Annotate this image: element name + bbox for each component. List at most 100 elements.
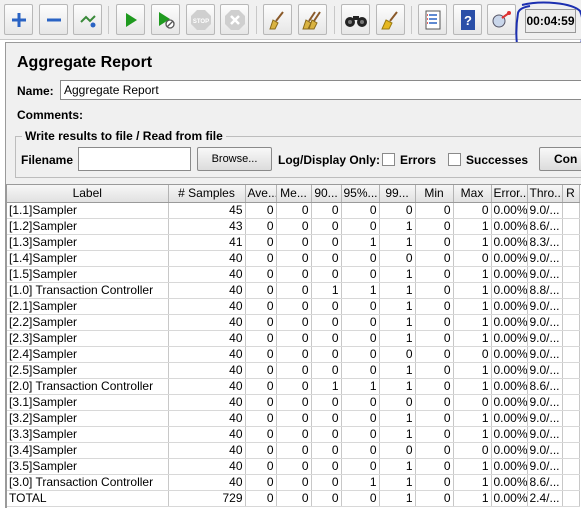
cell-median: 0 [276,218,312,235]
cell-received [562,378,580,395]
cell-throughput: 8.6/... [527,474,563,491]
table-row[interactable]: [3.5]Sampler 40 0 0 0 0 1 0 1 0.00% 9.0/... [7,458,580,475]
cell-label: TOTAL [7,490,169,507]
cell-p99: 1 [379,282,416,299]
cell-throughput: 9.0/... [527,202,563,219]
cell-label: [2.3]Sampler [7,330,169,347]
column-header-throughput[interactable]: Thro... [527,185,563,203]
cell-p95: 1 [341,474,380,491]
table-row[interactable]: [1.2]Sampler 43 0 0 0 0 1 0 1 0.00% 8.6/... [7,218,580,235]
column-header-p90[interactable]: 90... [311,185,342,203]
filename-field[interactable] [78,147,191,171]
cell-p95: 0 [341,442,380,459]
cell-average: 0 [245,394,277,411]
cell-p95: 0 [341,250,380,267]
configure-button[interactable]: Con [539,147,581,171]
cell-p99: 1 [379,490,416,507]
cell-p90: 0 [311,314,342,331]
cell-samples: 40 [168,474,246,491]
clear-button[interactable] [263,4,292,35]
cell-p99: 1 [379,362,416,379]
function-helper-button[interactable] [418,4,447,35]
column-header-min[interactable]: Min [415,185,454,203]
cell-median: 0 [276,490,312,507]
cell-samples: 45 [168,202,246,219]
column-header-p99[interactable]: 99... [379,185,416,203]
table-row[interactable]: [2.4]Sampler 40 0 0 0 0 0 0 0 0.00% 9.0/... [7,346,580,363]
start-button[interactable] [116,4,145,35]
cell-p95: 1 [341,282,380,299]
cell-error: 0.00% [491,330,528,347]
table-row[interactable]: [1.1]Sampler 45 0 0 0 0 0 0 0 0.00% 9.0/... [7,202,580,219]
toolbar-separator [108,6,109,34]
column-header-received[interactable]: R [562,185,580,203]
cell-label: [1.5]Sampler [7,266,169,283]
table-row[interactable]: [3.4]Sampler 40 0 0 0 0 0 0 0 0.00% 9.0/... [7,442,580,459]
cell-p95: 0 [341,410,380,427]
cell-average: 0 [245,234,277,251]
svg-text:?: ? [464,13,472,28]
name-field[interactable] [60,80,581,100]
start-no-timers-button[interactable] [151,4,180,35]
search-button[interactable] [341,4,370,35]
remove-button[interactable] [39,4,68,35]
table-row[interactable]: [1.4]Sampler 40 0 0 0 0 0 0 0 0.00% 9.0/... [7,250,580,267]
help-button[interactable]: ? [453,4,482,35]
cell-max: 1 [453,298,492,315]
column-header-label[interactable]: Label [7,185,169,203]
table-row[interactable]: [3.2]Sampler 40 0 0 0 0 1 0 1 0.00% 9.0/... [7,410,580,427]
cell-label: [1.0] Transaction Controller [7,282,169,299]
cell-throughput: 9.0/... [527,410,563,427]
cell-label: [3.0] Transaction Controller [7,474,169,491]
shutdown-button[interactable] [220,4,249,35]
errors-label: Errors [400,153,437,167]
cell-average: 0 [245,266,277,283]
table-row[interactable]: [2.0] Transaction Controller 40 0 0 1 1 1 0 1 0.0… [7,378,580,395]
table-row[interactable]: [3.0] Transaction Controller 40 0 0 0 1 1 0 1 0.0… [7,474,580,491]
table-row[interactable]: [2.2]Sampler 40 0 0 0 0 1 0 1 0.00% 9.0/... [7,314,580,331]
column-header-samples[interactable]: # Samples [168,185,246,203]
table-row[interactable]: [3.1]Sampler 40 0 0 0 0 0 0 0 0.00% 9.0/... [7,394,580,411]
add-button[interactable] [4,4,33,35]
table-row[interactable]: [2.1]Sampler 40 0 0 0 0 1 0 1 0.00% 9.0/... [7,298,580,315]
table-row[interactable]: [2.5]Sampler 40 0 0 0 0 1 0 1 0.00% 9.0/... [7,362,580,379]
table-row[interactable]: [3.3]Sampler 40 0 0 0 0 1 0 1 0.00% 9.0/... [7,426,580,443]
cell-p99: 1 [379,266,416,283]
cell-p90: 0 [311,346,342,363]
cell-p99: 1 [379,378,416,395]
errors-checkbox[interactable] [382,153,395,166]
table-row[interactable]: [2.3]Sampler 40 0 0 0 0 1 0 1 0.00% 9.0/... [7,330,580,347]
cell-label: [2.5]Sampler [7,362,169,379]
column-header-average[interactable]: Ave... [245,185,277,203]
toggle-button[interactable] [73,4,102,35]
column-header-max[interactable]: Max [453,185,492,203]
table-row[interactable]: [1.0] Transaction Controller 40 0 0 1 1 1 0 1 0.0… [7,282,580,299]
successes-checkbox[interactable] [448,153,461,166]
cell-max: 1 [453,458,492,475]
remove-icon [46,18,61,21]
filename-label: Filename [21,153,74,167]
cell-p95: 0 [341,490,380,507]
table-row[interactable]: [1.3]Sampler 41 0 0 0 1 1 0 1 0.00% 8.3/... [7,234,580,251]
cell-samples: 729 [168,490,246,507]
browse-button[interactable]: Browse... [197,147,272,171]
cell-p99: 0 [379,442,416,459]
cell-p95: 0 [341,330,380,347]
stop-button[interactable]: STOP [186,4,215,35]
cell-min: 0 [415,410,454,427]
cell-error: 0.00% [491,282,528,299]
column-header-p95[interactable]: 95%... [341,185,380,203]
table-total-row[interactable]: TOTAL 729 0 0 0 0 1 0 1 0.00% 2.4/... [7,490,580,507]
cell-median: 0 [276,202,312,219]
cell-p99: 1 [379,314,416,331]
table-row[interactable]: [1.5]Sampler 40 0 0 0 0 1 0 1 0.00% 9.0/... [7,266,580,283]
cell-min: 0 [415,362,454,379]
column-header-median[interactable]: Me... [276,185,312,203]
clear-all-button[interactable] [298,4,327,35]
cell-max: 1 [453,314,492,331]
cell-p90: 0 [311,330,342,347]
cell-average: 0 [245,330,277,347]
reset-search-button[interactable] [376,4,405,35]
cell-max: 1 [453,266,492,283]
column-header-error[interactable]: Error... [491,185,528,203]
